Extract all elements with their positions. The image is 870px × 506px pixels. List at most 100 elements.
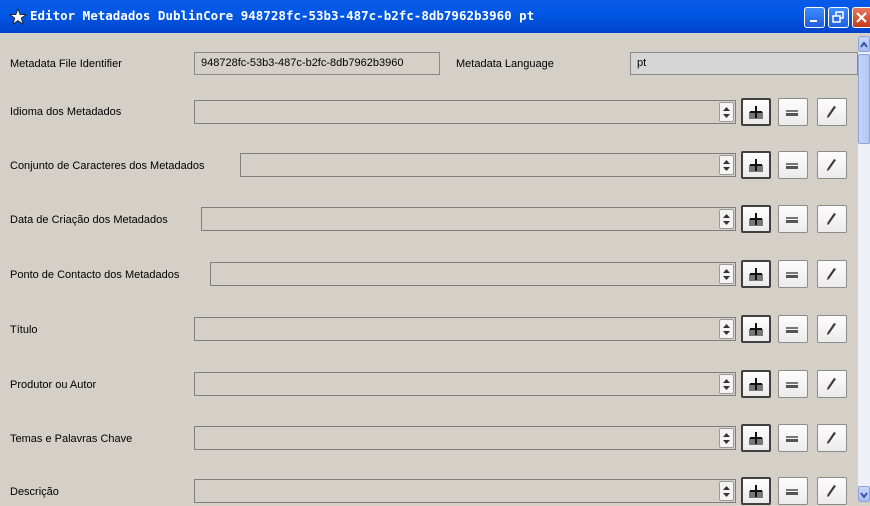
add-button[interactable] (741, 205, 771, 233)
add-row-icon (749, 485, 763, 498)
window-title: Editor Metadados DublinCore 948728fc-53b… (30, 8, 535, 23)
remove-button[interactable] (778, 315, 808, 343)
file-identifier-field[interactable]: 948728fc-53b3-487c-b2fc-8db7962b3960 (194, 52, 440, 75)
edit-button[interactable] (817, 151, 847, 179)
scroll-up-button[interactable] (858, 36, 870, 52)
remove-button[interactable] (778, 260, 808, 288)
remove-button[interactable] (778, 98, 808, 126)
add-button[interactable] (741, 151, 771, 179)
pencil-icon (827, 268, 836, 280)
updown-arrows-icon (723, 214, 730, 225)
spinner-control[interactable] (719, 102, 734, 122)
remove-row-icon (786, 489, 798, 495)
add-row-icon (749, 159, 763, 172)
field-dropdown[interactable] (240, 153, 736, 177)
title-bar[interactable]: Editor Metadados DublinCore 948728fc-53b… (0, 0, 870, 33)
edit-button[interactable] (817, 424, 847, 452)
restore-icon (832, 11, 844, 23)
minimize-icon (810, 20, 817, 22)
field-label: Produtor ou Autor (10, 379, 97, 391)
updown-arrows-icon (723, 433, 730, 444)
spinner-control[interactable] (719, 481, 734, 501)
pencil-icon (827, 323, 836, 335)
edit-button[interactable] (817, 477, 847, 505)
field-label: Título (10, 324, 38, 336)
edit-button[interactable] (817, 260, 847, 288)
add-button[interactable] (741, 477, 771, 505)
remove-row-icon (786, 163, 798, 169)
updown-arrows-icon (723, 486, 730, 497)
chevron-down-icon (860, 492, 868, 499)
vertical-scrollbar[interactable] (858, 36, 870, 502)
add-button[interactable] (741, 315, 771, 343)
star-icon (9, 8, 27, 26)
field-dropdown[interactable] (194, 479, 736, 503)
field-dropdown[interactable] (194, 317, 736, 341)
close-icon (856, 12, 867, 23)
updown-arrows-icon (723, 269, 730, 280)
scroll-down-button[interactable] (858, 486, 870, 502)
edit-button[interactable] (817, 315, 847, 343)
remove-button[interactable] (778, 205, 808, 233)
spinner-control[interactable] (719, 264, 734, 284)
chevron-up-icon (860, 41, 868, 48)
pencil-icon (827, 485, 836, 497)
pencil-icon (827, 432, 836, 444)
field-label: Ponto de Contacto dos Metadados (10, 269, 180, 281)
remove-row-icon (786, 436, 798, 442)
field-label: Temas e Palavras Chave (10, 433, 133, 445)
spinner-control[interactable] (719, 319, 734, 339)
remove-row-icon (786, 327, 798, 333)
language-label: Metadata Language (456, 58, 554, 70)
field-dropdown[interactable] (194, 426, 736, 450)
maximize-button[interactable] (828, 7, 849, 28)
spinner-control[interactable] (719, 428, 734, 448)
pencil-icon (827, 213, 836, 225)
remove-button[interactable] (778, 151, 808, 179)
field-label: Descrição (10, 486, 59, 498)
remove-button[interactable] (778, 370, 808, 398)
spinner-control[interactable] (719, 155, 734, 175)
field-dropdown[interactable] (194, 372, 736, 396)
add-row-icon (749, 106, 763, 119)
edit-button[interactable] (817, 370, 847, 398)
field-label: Idioma dos Metadados (10, 106, 122, 118)
pencil-icon (827, 106, 836, 118)
remove-button[interactable] (778, 424, 808, 452)
add-button[interactable] (741, 424, 771, 452)
updown-arrows-icon (723, 379, 730, 390)
add-button[interactable] (741, 370, 771, 398)
add-button[interactable] (741, 98, 771, 126)
spinner-control[interactable] (719, 209, 734, 229)
field-dropdown[interactable] (210, 262, 736, 286)
field-label: Conjunto de Caracteres dos Metadados (10, 160, 205, 172)
close-button[interactable] (852, 7, 870, 28)
remove-row-icon (786, 272, 798, 278)
updown-arrows-icon (723, 107, 730, 118)
field-label: Data de Criação dos Metadados (10, 214, 168, 226)
remove-row-icon (786, 110, 798, 116)
add-row-icon (749, 378, 763, 391)
add-row-icon (749, 323, 763, 336)
add-row-icon (749, 268, 763, 281)
edit-button[interactable] (817, 98, 847, 126)
field-dropdown[interactable] (194, 100, 736, 124)
updown-arrows-icon (723, 160, 730, 171)
add-row-icon (749, 213, 763, 226)
editor-panel: Metadata File Identifier 948728fc-53b3-4… (10, 36, 858, 505)
add-row-icon (749, 432, 763, 445)
edit-button[interactable] (817, 205, 847, 233)
remove-row-icon (786, 382, 798, 388)
updown-arrows-icon (723, 324, 730, 335)
minimize-button[interactable] (804, 7, 825, 28)
field-dropdown[interactable] (201, 207, 736, 231)
remove-button[interactable] (778, 477, 808, 505)
add-button[interactable] (741, 260, 771, 288)
language-field[interactable]: pt (630, 52, 858, 75)
pencil-icon (827, 378, 836, 390)
spinner-control[interactable] (719, 374, 734, 394)
remove-row-icon (786, 217, 798, 223)
pencil-icon (827, 159, 836, 171)
file-identifier-label: Metadata File Identifier (10, 58, 122, 70)
scroll-thumb[interactable] (858, 54, 870, 144)
